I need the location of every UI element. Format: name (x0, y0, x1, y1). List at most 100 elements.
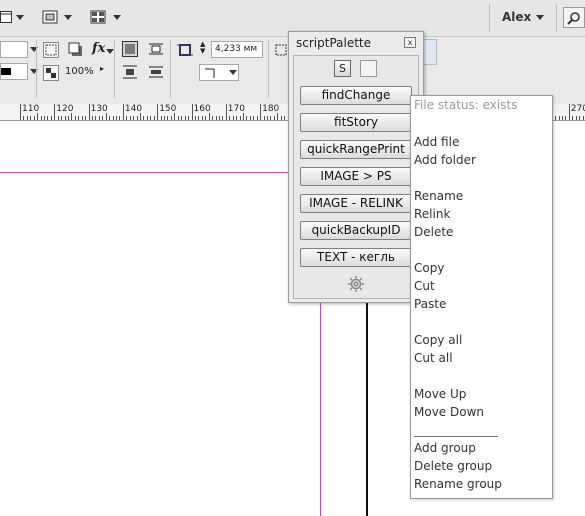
ruler-major-tick (122, 104, 124, 120)
text-wrap-none-icon (125, 44, 135, 54)
close-button[interactable]: x (404, 37, 416, 48)
menu-item-cut-all[interactable]: Cut all (414, 351, 453, 365)
user-chevron-down-icon[interactable] (536, 15, 544, 20)
ruler-minor-tick (198, 116, 200, 120)
stroke-type-chevron-down-icon[interactable] (229, 70, 237, 75)
opacity-field[interactable]: 100% (62, 64, 98, 81)
ruler-minor-tick (222, 116, 224, 120)
ruler-minor-tick (284, 116, 286, 120)
menu-item-copy-all[interactable]: Copy all (414, 333, 462, 347)
ruler-minor-tick (95, 116, 97, 120)
ruler-minor-tick (140, 113, 142, 120)
user-name[interactable]: Alex (502, 10, 531, 24)
arrange-documents-chevron-down-icon[interactable] (113, 15, 121, 20)
ruler-minor-tick (126, 116, 128, 120)
ruler-minor-tick (579, 116, 581, 120)
menu-item-cut[interactable]: Cut (414, 279, 435, 293)
ruler-minor-tick (249, 116, 251, 120)
text-wrap-shape-icon (123, 65, 137, 79)
ruler-minor-tick (164, 116, 166, 120)
screen-mode-chevron-down-icon[interactable] (16, 15, 24, 20)
ruler-minor-tick (119, 116, 121, 120)
drop-shadow-button[interactable] (68, 42, 84, 58)
script-button-image-ps[interactable]: IMAGE > PS (300, 167, 412, 186)
context-menu: File status: exists Add file Add folder … (410, 95, 553, 499)
ruler-major-tick (568, 104, 570, 120)
ruler-minor-tick (26, 116, 28, 120)
divider (489, 4, 490, 32)
ruler-minor-tick (160, 116, 162, 120)
view-options-chevron-down-icon[interactable] (64, 15, 72, 20)
menu-item-move-up[interactable]: Move Up (414, 387, 466, 401)
margin-guide-vertical (320, 299, 321, 516)
menu-item-rename[interactable]: Rename (414, 189, 463, 203)
ruler-minor-tick (102, 116, 104, 120)
script-button-quickbackupid[interactable]: quickBackupID (300, 221, 412, 240)
script-button-fitstory[interactable]: fitStory (300, 113, 412, 132)
ruler-major-tick (20, 104, 21, 120)
blank-button[interactable] (360, 60, 377, 77)
stroke-swatch-field[interactable] (0, 63, 28, 80)
ruler-minor-tick (232, 116, 234, 120)
select-container-icon[interactable] (274, 43, 288, 57)
fill-swatch-field[interactable] (0, 41, 28, 58)
ruler-minor-tick (71, 113, 73, 120)
ruler-minor-tick (78, 116, 80, 120)
s-button[interactable]: S (334, 60, 351, 77)
effects-chevron-down-icon[interactable] (106, 49, 114, 54)
ruler-minor-tick (57, 116, 59, 120)
view-options-icon[interactable] (42, 10, 58, 24)
frame-fitting-button[interactable] (43, 42, 59, 58)
drop-shadow-icon (68, 42, 82, 56)
ruler-minor-tick (242, 113, 244, 120)
ruler-minor-tick (177, 116, 179, 120)
script-palette-panel[interactable]: scriptPalette x S findChange fitStory qu… (288, 31, 424, 303)
opacity-arrow-icon[interactable]: ▸ (100, 64, 104, 73)
arrange-documents-icon[interactable] (90, 10, 106, 24)
menu-item-rename-group[interactable]: Rename group (414, 477, 502, 491)
ruler-minor-tick (194, 116, 196, 120)
script-button-image-relink[interactable]: IMAGE - RELINK (300, 194, 412, 213)
search-input[interactable] (563, 7, 585, 28)
ruler-minor-tick (256, 116, 258, 120)
stroke-weight-field[interactable]: 4,233 мм (211, 41, 263, 58)
ruler-minor-tick (273, 116, 275, 120)
ruler-minor-tick (215, 116, 217, 120)
menu-item-add-folder[interactable]: Add folder (414, 153, 476, 167)
text-wrap-jump-button[interactable] (148, 64, 164, 80)
menu-item-delete-group[interactable]: Delete group (414, 459, 492, 473)
text-wrap-bbox-icon (149, 43, 163, 55)
opacity-button[interactable] (43, 65, 59, 81)
screen-mode-icon[interactable] (0, 10, 16, 24)
text-wrap-none-button[interactable] (122, 41, 138, 57)
menu-item-relink[interactable]: Relink (414, 207, 450, 221)
text-wrap-shape-button[interactable] (122, 64, 138, 80)
menu-item-add-file[interactable]: Add file (414, 135, 459, 149)
ruler-minor-tick (143, 116, 145, 120)
ruler-minor-tick (109, 116, 111, 120)
ruler-minor-tick (61, 116, 63, 120)
stroke-weight-stepper-icon[interactable]: ▲ ▼ (200, 41, 205, 55)
gear-icon[interactable] (347, 275, 365, 293)
menu-item-delete[interactable]: Delete (414, 225, 453, 239)
script-button-findchange[interactable]: findChange (300, 86, 412, 105)
ruler-minor-tick (277, 113, 279, 120)
script-button-text-kegl[interactable]: TEXT - кегль (300, 248, 412, 267)
ruler-minor-tick (74, 116, 76, 120)
effects-fx-icon[interactable]: fx (92, 41, 105, 56)
ruler-minor-tick (212, 116, 214, 120)
divider (114, 40, 115, 98)
ruler-minor-tick (116, 116, 118, 120)
text-wrap-bbox-button[interactable] (148, 41, 164, 57)
menu-item-paste[interactable]: Paste (414, 297, 446, 311)
ruler-minor-tick (136, 116, 138, 120)
ruler-minor-tick (174, 113, 176, 120)
menu-item-add-group[interactable]: Add group (414, 441, 476, 455)
script-button-quickrangeprint[interactable]: quickRangePrint (300, 140, 412, 159)
text-wrap-jump-icon (149, 66, 163, 78)
menu-item-copy[interactable]: Copy (414, 261, 444, 275)
ruler-minor-tick (565, 116, 567, 120)
ruler-minor-tick (81, 116, 83, 120)
ruler-minor-tick (205, 116, 207, 120)
menu-item-move-down[interactable]: Move Down (414, 405, 484, 419)
